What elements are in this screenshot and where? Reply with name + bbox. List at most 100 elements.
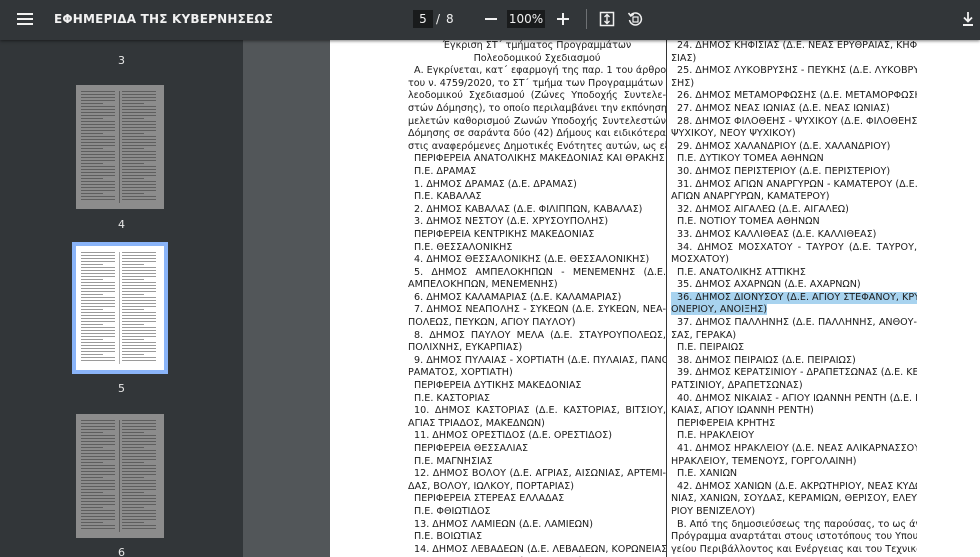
thumbnail-text-line	[81, 312, 115, 313]
thumbnail-text-line	[81, 255, 115, 256]
page-total: 8	[446, 12, 454, 26]
rotate-icon[interactable]	[627, 11, 643, 27]
thumbnail-sidebar: 3 4 5 6	[0, 40, 243, 557]
thumbnail-text-line	[122, 184, 156, 185]
text-line: 10. ΔΗΜΟΣ ΚΑΣΤΟΡΙΑΣ (Δ.Ε. ΚΑΣΤΟΡΙΑΣ, ΒΙΤ…	[414, 405, 666, 417]
thumbnail-text-line	[81, 127, 115, 128]
thumbnail-text-line	[81, 297, 115, 298]
thumbnail-text-line	[122, 348, 156, 349]
text-line: Π.Ε. ΑΝΑΤΟΛΙΚΗΣ ΑΤΤΙΚΗΣ	[677, 266, 806, 278]
thumbnail-text-line	[122, 324, 144, 325]
text-line: 30. ΔΗΜΟΣ ΠΕΡΙΣΤΕΡΙΟΥ (Δ.Ε. ΠΕΡΙΣΤΕΡΙΟΥ)	[677, 165, 891, 177]
text-line: 31. ΔΗΜΟΣ ΑΓΙΩΝ ΑΝΑΡΓΥΡΩΝ - ΚΑΜΑΤΕΡΟΥ (Δ…	[677, 178, 917, 190]
thumbnail-text-line	[81, 507, 103, 508]
page-number-input[interactable]: 5	[413, 10, 433, 28]
thumbnail-text-line	[81, 166, 115, 167]
thumbnail-text-line	[81, 133, 103, 134]
zoom-out-icon[interactable]	[483, 10, 499, 28]
thumbnail-text-line	[81, 193, 103, 194]
text-line: 35. ΔΗΜΟΣ ΑΧΑΡΝΩΝ (Δ.Ε. ΑΧΑΡΝΩΝ)	[677, 279, 861, 291]
thumbnail-text-line	[81, 199, 115, 200]
thumbnail-text-line	[122, 255, 156, 256]
thumbnail-text-line	[81, 103, 103, 104]
thumbnail-text-line	[122, 109, 156, 110]
text-line: ΡΙΟΥ ΒΕΝΙΖΕΛΟΥ)	[671, 505, 756, 517]
text-line: Έγκριση ΣΤ΄ τμήματος Προγραμμάτων	[442, 40, 632, 51]
thumbnail-text-line	[122, 420, 156, 421]
thumbnail-text-line	[81, 432, 103, 433]
text-line: ΣΑΣ, ΓΕΡΑΚΑ)	[671, 329, 737, 341]
thumbnail-text-line	[81, 513, 115, 514]
text-line: 3. ΔΗΜΟΣ ΝΕΣΤΟΥ (Δ.Ε. ΧΡΥΣΟΥΠΟΛΗΣ)	[414, 216, 609, 228]
thumbnail-text-line	[122, 342, 156, 343]
zoom-level-input[interactable]: 100%	[507, 10, 545, 28]
thumbnail-text-line	[81, 309, 103, 310]
document-viewer[interactable]: Έγκριση ΣΤ΄ τμήματος Προγραμμάτων Πολεοδο…	[243, 40, 980, 557]
pdf-toolbar: ΕΦΗΜΕΡΙΔΑ ΤΗΣ ΚΥΒΕΡΝΗΣΕΩΣ 5 / 8 100%	[0, 0, 980, 40]
thumbnail-text-line	[122, 360, 156, 361]
thumbnail-text-line	[122, 333, 156, 334]
thumbnail-text-line	[122, 321, 156, 322]
thumbnail-text-line	[81, 492, 103, 493]
thumbnail-text-line	[81, 294, 103, 295]
thumbnail-text-line	[81, 97, 115, 98]
thumbnail-text-line	[122, 276, 156, 277]
thumbnail-text-line	[122, 516, 156, 517]
thumbnail-page-4[interactable]	[76, 85, 164, 209]
thumbnail-text-line	[122, 151, 156, 152]
text-line: 25. ΔΗΜΟΣ ΛΥΚΟΒΡΥΣΗΣ - ΠΕΥΚΗΣ (Δ.Ε. ΛΥΚΟ…	[677, 65, 917, 77]
text-line: 38. ΔΗΜΟΣ ΠΕΙΡΑΙΩΣ (Δ.Ε. ΠΕΙΡΑΙΩΣ)	[677, 354, 856, 366]
text-line: ΡΑΜΑΤΟΣ, ΧΟΡΤΙΑΤΗ)	[408, 367, 513, 379]
text-line: στών Δόμησης), το οποίο περιλαμβάνει την…	[408, 102, 666, 114]
thumbnail-text-line	[81, 112, 115, 113]
thumbnail-text-line	[122, 426, 156, 427]
thumbnail-text-line	[81, 142, 115, 143]
thumbnail-text-line	[81, 501, 115, 502]
thumbnail-text-line	[122, 282, 156, 283]
thumbnail-text-line	[81, 160, 115, 161]
text-line: ΠΟΛΕΩΣ, ΠΕΥΚΩΝ, ΑΓΙΟΥ ΠΑΥΛΟΥ)	[408, 317, 576, 329]
text-line: Π.Ε. ΗΡΑΚΛΕΙΟΥ	[677, 430, 755, 442]
thumbnail-text-line	[122, 136, 156, 137]
text-line: 1. ΔΗΜΟΣ ΔΡΑΜΑΣ (Δ.Ε. ΔΡΑΜΑΣ)	[414, 178, 577, 190]
thumbnail-text-line	[81, 519, 115, 520]
thumbnail-text-line	[81, 187, 115, 188]
thumbnail-text-line	[122, 450, 156, 451]
text-line: Π.Ε. ΔΥΤΙΚΟΥ ΤΟΜΕΑ ΑΘΗΝΩΝ	[677, 153, 824, 165]
thumbnail-text-line	[122, 351, 156, 352]
thumbnail-text-line	[122, 261, 156, 262]
thumbnail-text-line	[81, 426, 115, 427]
thumbnail-text-line	[122, 267, 156, 268]
thumbnail-text-line	[122, 468, 156, 469]
pdf-page: Έγκριση ΣΤ΄ τμήματος Προγραμμάτων Πολεοδο…	[330, 40, 980, 557]
thumbnail-text-line	[81, 100, 115, 101]
fit-to-page-icon[interactable]	[599, 11, 615, 27]
thumbnail-page-5[interactable]	[72, 242, 168, 374]
text-line: Π.Ε. ΝΟΤΙΟΥ ΤΟΜΕΑ ΑΘΗΝΩΝ	[677, 216, 820, 228]
thumbnail-text-line	[122, 145, 156, 146]
text-line: ΚΑΙΑΣ, ΑΓΙΟΥ ΙΩΑΝΝΗ ΡΕΝΤΗ)	[671, 405, 814, 417]
thumbnail-text-line	[81, 169, 115, 170]
text-line: ΠΕΡΙΦΕΡΕΙΑ ΔΥΤΙΚΗΣ ΜΑΚΕΔΟΝΙΑΣ	[414, 380, 582, 392]
thumbnail-text-line	[122, 453, 156, 454]
thumbnail-text-line	[81, 495, 115, 496]
zoom-in-icon[interactable]	[555, 10, 571, 28]
thumbnail-text-line	[122, 297, 156, 298]
thumbnail-text-line	[122, 106, 156, 107]
menu-icon[interactable]	[14, 10, 36, 30]
text-line: Π.Ε. ΒΟΙΩΤΙΑΣ	[414, 531, 483, 543]
thumbnail-text-line	[122, 273, 156, 274]
thumbnail-text-line	[81, 330, 115, 331]
thumbnail-text-line	[122, 471, 156, 472]
download-icon[interactable]	[961, 11, 975, 27]
thumbnail-text-line	[81, 435, 115, 436]
thumbnail-text-line	[81, 327, 115, 328]
thumbnail-text-line	[122, 510, 156, 511]
column-divider	[666, 40, 667, 557]
thumbnail-text-line	[122, 339, 144, 340]
text-line: 11. ΔΗΜΟΣ ΟΡΕΣΤΙΔΟΣ (Δ.Ε. ΟΡΕΣΤΙΔΟΣ)	[414, 430, 612, 442]
thumbnail-page-6[interactable]	[76, 414, 164, 538]
text-line: ΜΟΣΧΑΤΟΥ)	[671, 254, 730, 266]
thumbnail-text-line	[122, 438, 156, 439]
thumbnail-text-line	[81, 498, 115, 499]
